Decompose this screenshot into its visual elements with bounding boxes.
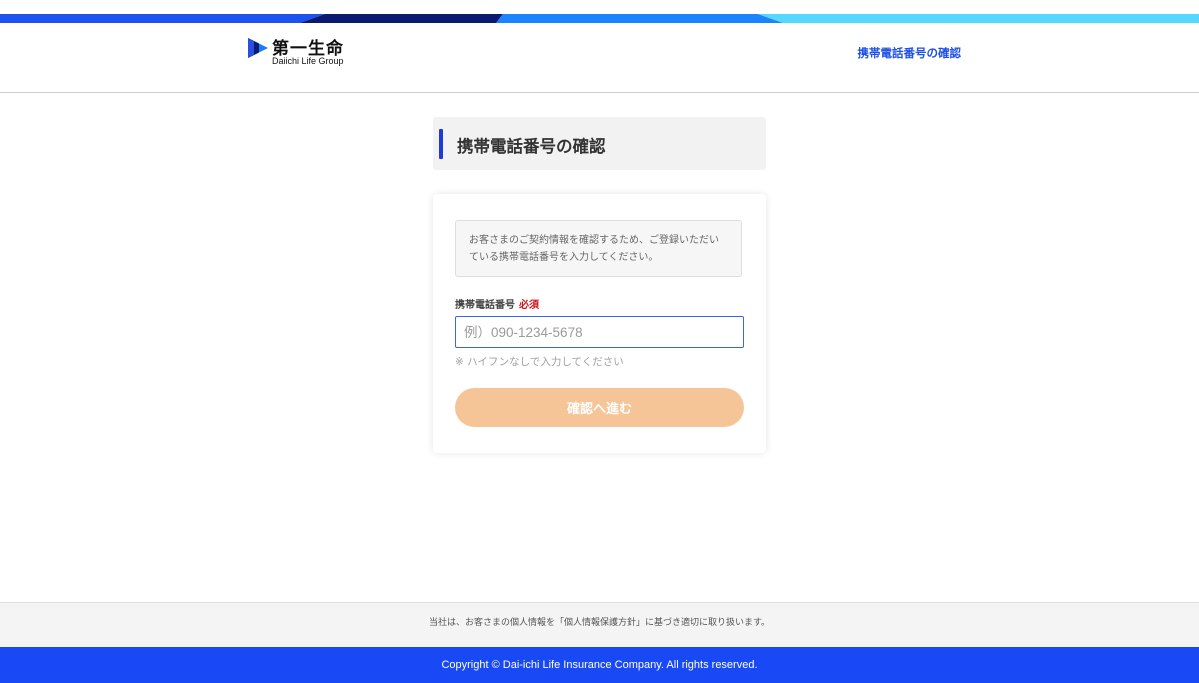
phone-number-input[interactable] [455,316,744,348]
privacy-notice: 当社は、お客さまの個人情報を「個人情報保護方針」に基づき適切に取り扱います。 [0,602,1199,647]
copyright: Copyright © Dai-ichi Life Insurance Comp… [0,647,1199,683]
confirm-proceed-button[interactable]: 確認へ進む [455,388,744,427]
daiichi-life-mark-icon [248,38,268,58]
title-accent-bar [439,129,443,159]
top-color-stripe [0,0,1199,23]
phone-field-label: 携帯電話番号 必須 [455,296,539,311]
phone-form-card: お客さまのご契約情報を確認するため、ご登録いただいている携帯電話番号を入力してく… [433,194,766,453]
page-title: 携帯電話番号の確認 [457,137,606,156]
brand-logo[interactable]: 第一生命 Daiichi Life Group [247,36,357,70]
required-badge: 必須 [519,300,539,311]
header-page-link[interactable]: 携帯電話番号の確認 [858,45,962,61]
instruction-notice: お客さまのご契約情報を確認するため、ご登録いただいている携帯電話番号を入力してく… [455,220,742,277]
brand-name-en: Daiichi Life Group [272,56,344,66]
stripe-graphic [0,0,1199,23]
page-title-box: 携帯電話番号の確認 [433,117,766,170]
phone-label-text: 携帯電話番号 [455,300,515,311]
site-header: 第一生命 Daiichi Life Group 携帯電話番号の確認 [0,23,1199,93]
input-hint: ※ ハイフンなしで入力してください [455,356,624,368]
